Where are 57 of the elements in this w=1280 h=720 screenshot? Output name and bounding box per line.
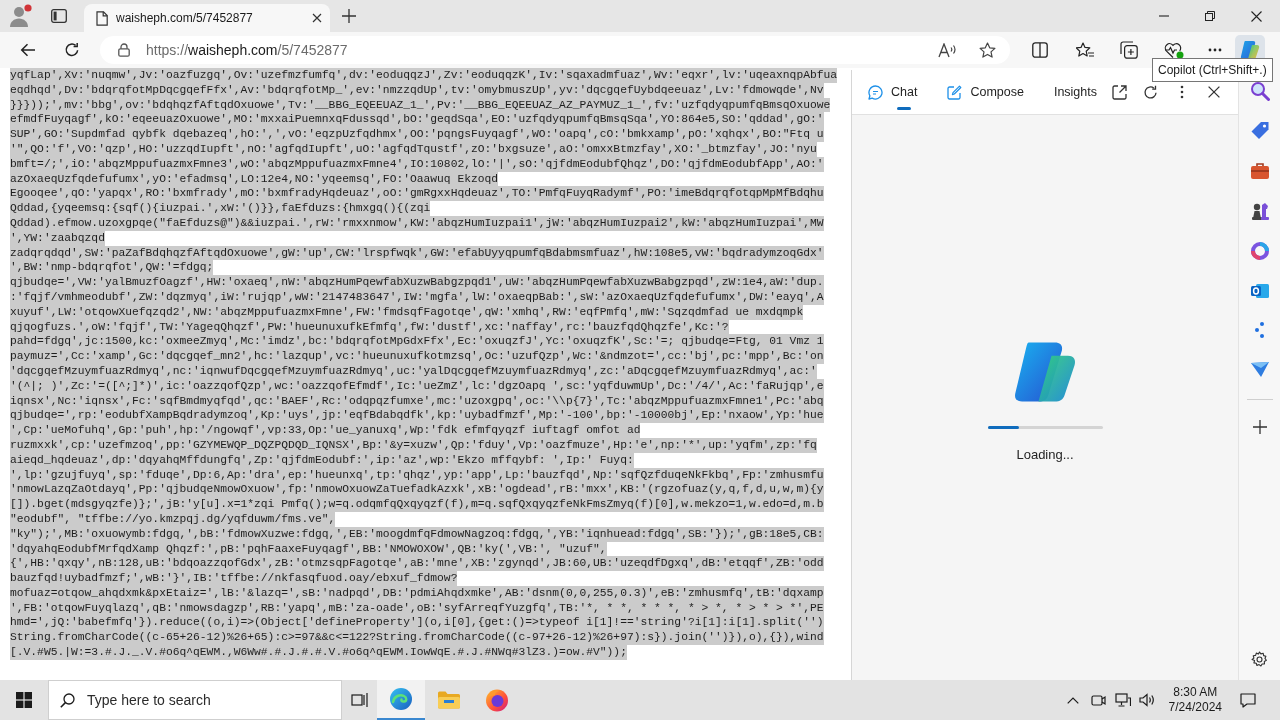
refresh-icon[interactable]	[64, 42, 80, 58]
notification-icon[interactable]	[1240, 692, 1256, 708]
new-tab-icon[interactable]	[342, 9, 356, 23]
collections-icon[interactable]	[1120, 41, 1138, 59]
swirl-logo-icon	[1239, 40, 1261, 60]
tab-actions-icon[interactable]	[51, 9, 67, 23]
camera-icon[interactable]	[1090, 692, 1106, 708]
split-screen-icon[interactable]	[1032, 42, 1048, 58]
pencil-square-icon	[947, 84, 963, 100]
more-icon[interactable]	[1208, 48, 1222, 52]
plus-icon[interactable]	[1252, 420, 1267, 434]
back-arrow-icon[interactable]	[20, 43, 36, 57]
clock-date[interactable]: 7/24/2024	[1168, 700, 1222, 715]
search-icon[interactable]	[1249, 81, 1270, 101]
close-icon[interactable]	[1208, 86, 1220, 98]
windows-logo-icon[interactable]	[16, 692, 32, 708]
chevron-up-icon[interactable]	[1066, 696, 1079, 704]
ring-logo-icon[interactable]	[1249, 241, 1270, 261]
more-vertical-icon[interactable]	[1180, 85, 1184, 99]
tag-icon[interactable]	[1249, 121, 1270, 141]
browser-tab[interactable]: waisheph.com/5/7452877	[84, 4, 330, 32]
task-view-icon[interactable]	[351, 692, 369, 708]
close-icon[interactable]	[1251, 10, 1262, 22]
favorites-icon[interactable]	[1076, 41, 1094, 59]
fox-globe-icon	[485, 688, 509, 712]
panel-tab[interactable]: Compose	[943, 70, 1028, 114]
refresh-icon[interactable]	[1143, 84, 1158, 100]
panel-tab[interactable]: Insights	[1049, 70, 1101, 114]
volume-icon[interactable]	[1138, 693, 1155, 707]
url-text: https://waisheph.com/5/7452877	[146, 40, 348, 60]
browser-app-button[interactable]	[377, 680, 425, 720]
open-external-icon[interactable]	[1112, 84, 1127, 100]
tooltip: Copilot (Ctrl+Shift+.)	[1152, 58, 1273, 82]
panel-tab[interactable]: Chat	[864, 70, 922, 114]
chess-pieces-icon[interactable]	[1249, 201, 1270, 221]
paper-plane-icon[interactable]	[1249, 359, 1270, 379]
search-field[interactable]: Type here to search	[48, 680, 342, 720]
mail-app-icon[interactable]	[1249, 281, 1270, 301]
loading-text: Loading...	[1016, 445, 1074, 464]
wave-logo-icon	[389, 687, 413, 711]
lock-icon	[118, 43, 130, 57]
star-icon[interactable]	[979, 41, 996, 59]
dots-icon[interactable]	[1253, 321, 1266, 339]
restore-icon[interactable]	[1205, 11, 1215, 21]
toolbox-icon[interactable]	[1249, 161, 1270, 181]
close-icon[interactable]	[312, 13, 322, 23]
address-bar[interactable]: https://waisheph.com/5/7452877	[100, 36, 1010, 64]
read-aloud-icon[interactable]	[938, 42, 957, 58]
profile-icon[interactable]	[8, 4, 34, 28]
clock-time[interactable]: 8:30 AM	[1173, 685, 1218, 700]
page-icon	[96, 10, 108, 26]
chat-bubble-icon	[868, 84, 883, 100]
heart-pulse-icon[interactable]	[1164, 41, 1184, 59]
folder-icon	[437, 690, 461, 710]
search-icon	[60, 693, 75, 708]
network-icon[interactable]	[1114, 693, 1131, 707]
settings-icon[interactable]	[1251, 651, 1268, 668]
